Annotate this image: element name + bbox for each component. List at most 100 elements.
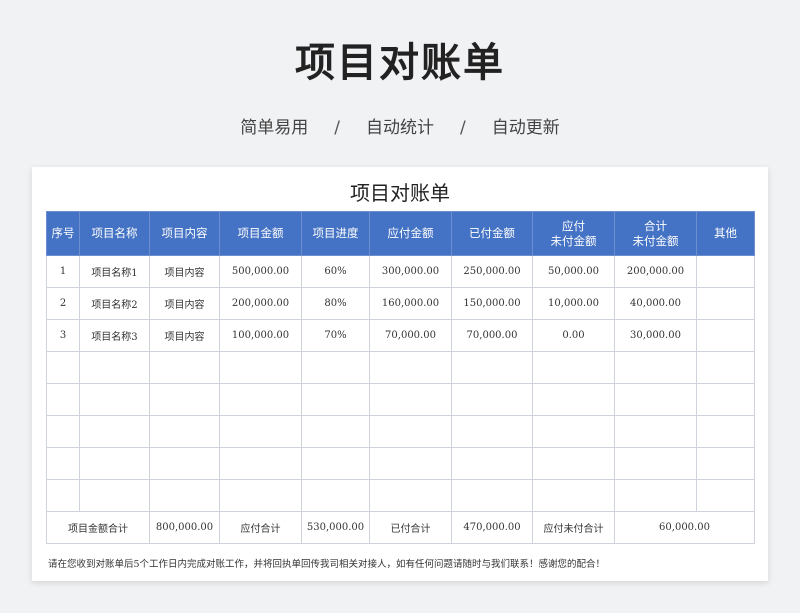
column-header-text: 未付金额 xyxy=(550,233,597,248)
table-cell xyxy=(219,383,302,416)
statement-sheet: 项目对账单 序号 项目名称 项目内容 项目金额 项目进度 应付金额 已付金额 应付 未付金额 合计… xyxy=(32,167,768,581)
table-cell: 30,000.00 xyxy=(614,319,697,352)
table-cell: 200,000.00 xyxy=(614,255,697,288)
unpaid-total-label: 应付未付合计 xyxy=(532,511,615,544)
paid-total-label: 已付合计 xyxy=(369,511,452,544)
table-cell: 项目内容 xyxy=(149,287,220,320)
table-row xyxy=(46,383,755,416)
column-header: 应付金额 xyxy=(369,211,452,256)
table-cell xyxy=(369,447,452,480)
table-cell xyxy=(451,447,533,480)
table-cell: 项目名称3 xyxy=(79,319,150,352)
subtitle-item: 简单易用 xyxy=(240,118,309,138)
subtitle: 简单易用 / 自动统计 / 自动更新 xyxy=(0,113,800,138)
table-cell xyxy=(532,383,615,416)
table-cell xyxy=(301,351,370,384)
table-cell xyxy=(149,479,220,512)
paid-total-value: 470,000.00 xyxy=(451,511,533,544)
table-cell xyxy=(696,415,755,448)
column-header-text: 其他 xyxy=(714,226,737,240)
subtitle-separator: / xyxy=(334,118,340,138)
table-row: 3 项目名称3 项目内容 100,000.00 70% 70,000.00 70,000.0… xyxy=(46,319,755,352)
table-cell xyxy=(301,447,370,480)
table-row: 1 项目名称1 项目内容 500,000.00 60% 300,000.00 250,000… xyxy=(46,255,755,288)
table-cell xyxy=(696,351,755,384)
table-cell xyxy=(149,383,220,416)
table-body: 1 项目名称1 项目内容 500,000.00 60% 300,000.00 250,000… xyxy=(46,255,755,512)
table-row xyxy=(46,351,755,384)
table-cell xyxy=(219,447,302,480)
table-cell xyxy=(369,415,452,448)
table-cell xyxy=(46,447,80,480)
table-cell xyxy=(46,383,80,416)
page-title: 项目对账单 xyxy=(295,40,505,86)
column-header: 项目进度 xyxy=(301,211,370,256)
column-header: 项目内容 xyxy=(149,211,220,256)
table-cell: 200,000.00 xyxy=(219,287,302,320)
table-cell: 70,000.00 xyxy=(369,319,452,352)
table-footer: 项目金额合计 800,000.00 应付合计 530,000.00 已付合计 4… xyxy=(46,511,755,544)
table-cell xyxy=(451,415,533,448)
table-cell xyxy=(369,351,452,384)
table-cell xyxy=(696,255,755,288)
table-cell: 70% xyxy=(301,319,370,352)
unpaid-total-value: 60,000.00 xyxy=(614,511,755,544)
table-cell xyxy=(79,351,150,384)
column-header-text: 项目名称 xyxy=(91,226,138,240)
table-cell: 0.00 xyxy=(532,319,615,352)
table-cell: 150,000.00 xyxy=(451,287,533,320)
table-cell: 项目内容 xyxy=(149,255,220,288)
table-cell xyxy=(79,479,150,512)
column-header: 应付 未付金额 xyxy=(532,211,615,256)
table-cell xyxy=(301,479,370,512)
table-cell xyxy=(369,479,452,512)
table-cell xyxy=(369,383,452,416)
column-header-text: 项目内容 xyxy=(161,226,208,240)
totals-row: 项目金额合计 800,000.00 应付合计 530,000.00 已付合计 4… xyxy=(46,511,755,544)
column-header: 序号 xyxy=(46,211,80,256)
table-cell xyxy=(219,415,302,448)
table-cell xyxy=(451,383,533,416)
column-header-text: 序号 xyxy=(51,226,75,240)
column-header-text: 项目金额 xyxy=(237,226,284,240)
column-header: 合计 未付金额 xyxy=(614,211,697,256)
subtitle-item: 自动更新 xyxy=(491,118,560,138)
table-cell xyxy=(46,415,80,448)
statement-table: 序号 项目名称 项目内容 项目金额 项目进度 应付金额 已付金额 应付 未付金额 合计 未付金额 其他… xyxy=(46,211,755,544)
column-header: 项目金额 xyxy=(219,211,302,256)
table-cell xyxy=(696,383,755,416)
table-cell: 3 xyxy=(46,319,80,352)
table-cell xyxy=(219,351,302,384)
table-cell xyxy=(79,383,150,416)
table-cell xyxy=(46,351,80,384)
table-cell xyxy=(614,479,697,512)
table-cell xyxy=(614,415,697,448)
table-cell: 300,000.00 xyxy=(369,255,452,288)
column-header: 其他 xyxy=(696,211,755,256)
table-cell: 60% xyxy=(301,255,370,288)
table-cell xyxy=(46,479,80,512)
table-cell xyxy=(614,447,697,480)
column-header-text: 已付金额 xyxy=(469,226,515,240)
column-header-text: 未付金额 xyxy=(632,233,679,248)
total-amount-value: 800,000.00 xyxy=(149,511,220,544)
table-cell: 1 xyxy=(46,255,80,288)
table-cell xyxy=(696,479,755,512)
table-cell xyxy=(451,479,533,512)
table-cell: 2 xyxy=(46,287,80,320)
payable-total-value: 530,000.00 xyxy=(301,511,370,544)
table-row xyxy=(46,415,755,448)
subtitle-item: 自动统计 xyxy=(366,118,434,138)
table-cell xyxy=(79,415,150,448)
table-row xyxy=(46,447,755,480)
footnote: 请在您收到对账单后5个工作日内完成对账工作，并将回执单回传我司相关对接人，如有任… xyxy=(48,559,606,570)
table-cell xyxy=(451,351,533,384)
table-cell xyxy=(696,287,755,320)
table-header: 序号 项目名称 项目内容 项目金额 项目进度 应付金额 已付金额 应付 未付金额 合计 未付金额 其他 xyxy=(46,211,755,256)
table-cell xyxy=(219,479,302,512)
column-header: 已付金额 xyxy=(451,211,533,256)
table-cell xyxy=(149,415,220,448)
total-amount-label: 项目金额合计 xyxy=(46,511,150,544)
table-cell xyxy=(301,383,370,416)
table-cell xyxy=(301,415,370,448)
